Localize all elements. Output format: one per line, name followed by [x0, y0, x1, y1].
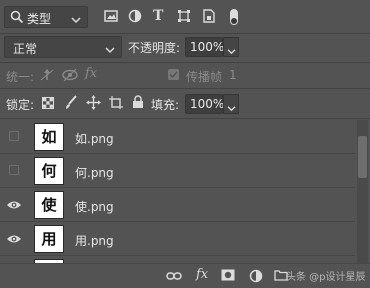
filter-toggle[interactable]	[230, 9, 238, 25]
fill-dropdown-button[interactable]	[223, 94, 239, 114]
layer-thumbnail: 如	[34, 123, 64, 151]
propagate-frame-value: 1	[229, 68, 237, 82]
search-icon	[10, 10, 24, 27]
divider	[0, 88, 370, 89]
visibility-toggle-off[interactable]	[9, 165, 19, 175]
layers-scrollbar[interactable]	[357, 120, 368, 263]
propagate-frame-checkbox[interactable]	[168, 69, 179, 80]
adjustment-layer-icon[interactable]	[249, 269, 263, 286]
image-filter-icon[interactable]	[104, 9, 118, 26]
adjustment-filter-icon[interactable]	[128, 9, 142, 26]
lock-all-icon[interactable]	[132, 95, 144, 112]
chevron-down-icon	[227, 101, 236, 115]
unify-position-icon[interactable]	[39, 68, 55, 85]
opacity-label: 不透明度:	[128, 41, 181, 55]
layer-name[interactable]: 用.png	[75, 232, 114, 249]
lock-artboard-icon[interactable]	[109, 95, 124, 113]
layer-row[interactable]: 用 用.png	[0, 222, 355, 256]
smart-object-filter-icon[interactable]	[202, 9, 216, 26]
layer-thumbnail: 使	[34, 191, 64, 219]
layer-thumbnail: 何	[34, 157, 64, 185]
layer-name[interactable]: 何.png	[75, 164, 114, 181]
fill-label: 填充:	[151, 98, 180, 112]
layer-name[interactable]: 使.png	[75, 198, 114, 215]
scrollbar-thumb[interactable]	[358, 136, 367, 178]
layer-row[interactable]: 如 如.png	[0, 120, 355, 154]
lock-position-icon[interactable]	[86, 95, 101, 113]
watermark-text: 头条 @p设计星辰	[286, 272, 366, 283]
divider	[0, 33, 370, 34]
divider	[0, 118, 370, 119]
shape-filter-icon[interactable]	[177, 9, 191, 26]
add-mask-icon[interactable]	[221, 269, 235, 284]
fill-value: 100%	[190, 97, 225, 111]
divider	[0, 62, 370, 63]
layer-row[interactable]: 何 何.png	[0, 154, 355, 188]
opacity-input[interactable]: 100%	[185, 37, 225, 57]
opacity-dropdown-button[interactable]	[223, 37, 239, 57]
eye-icon[interactable]	[6, 198, 22, 212]
filter-kind-label: 类型	[27, 12, 52, 26]
layer-row-partial[interactable]	[0, 256, 355, 263]
fill-input[interactable]: 100%	[185, 94, 225, 114]
type-filter-icon[interactable]: T	[153, 8, 163, 24]
blend-mode-select[interactable]: 正常	[4, 36, 122, 58]
lock-transparent-icon[interactable]	[42, 97, 54, 112]
propagate-frame-label: 传播帧	[186, 70, 223, 84]
visibility-toggle-off[interactable]	[9, 131, 19, 141]
unify-visibility-icon[interactable]	[61, 68, 79, 85]
lock-label: 锁定:	[6, 98, 35, 112]
blend-mode-value: 正常	[13, 42, 38, 56]
layers-bottom-bar: fx 头条 @p设计星辰	[0, 263, 370, 288]
chevron-down-icon	[71, 13, 81, 27]
layer-name[interactable]: 如.png	[75, 130, 114, 147]
eye-icon[interactable]	[6, 232, 22, 246]
layer-filter-select[interactable]: 类型	[4, 6, 88, 28]
layer-thumbnail: 用	[34, 225, 64, 253]
chevron-down-icon	[105, 43, 115, 57]
chevron-down-icon	[227, 44, 236, 58]
unify-style-icon[interactable]: fx	[85, 66, 97, 81]
layers-panel: 类型 T 正常 不透明度: 100% 统一: fx 传播帧 1 锁定: 填充: …	[0, 0, 370, 288]
layer-row[interactable]: 使 使.png	[0, 188, 355, 222]
link-layers-icon[interactable]	[166, 270, 182, 284]
unify-label: 统一:	[6, 70, 35, 84]
lock-pixels-icon[interactable]	[64, 95, 78, 113]
opacity-value: 100%	[190, 40, 225, 54]
layer-style-icon[interactable]: fx	[196, 267, 208, 282]
